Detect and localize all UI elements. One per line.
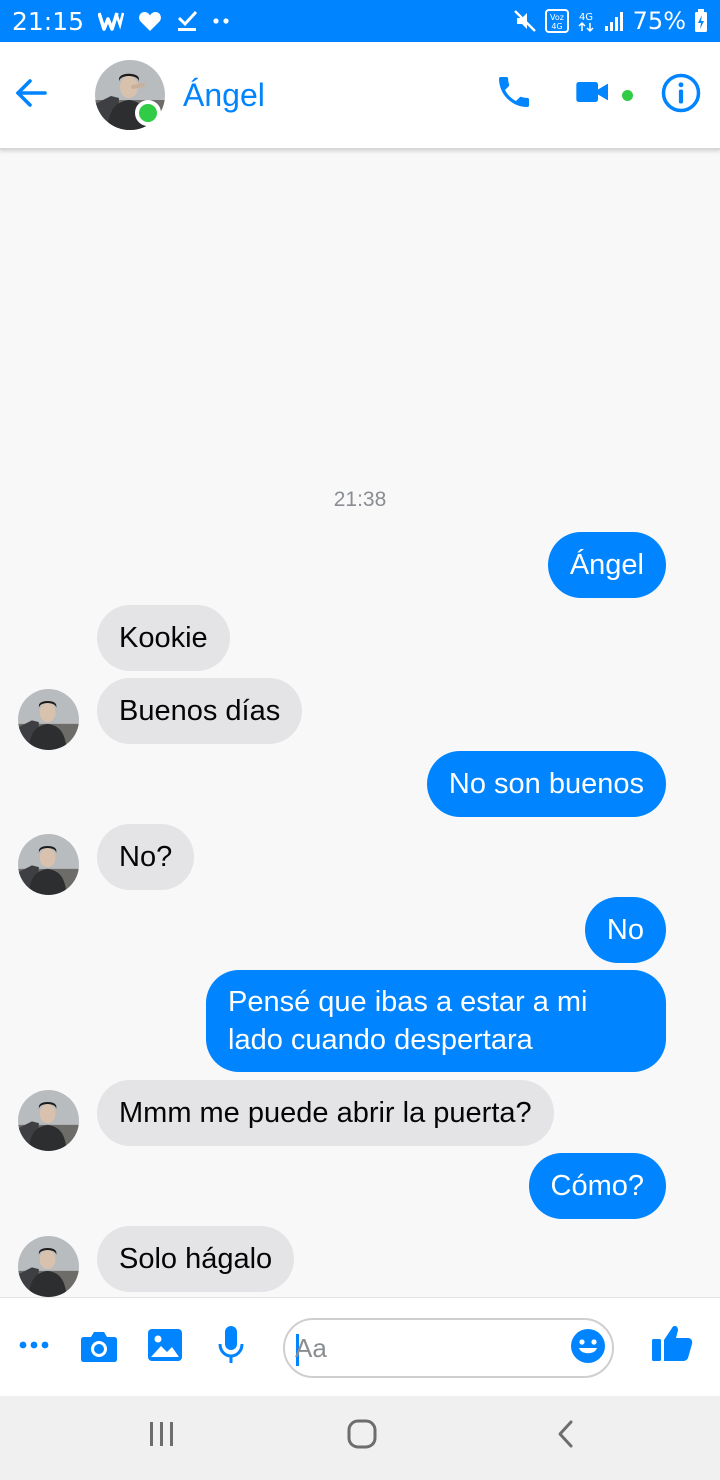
incoming-message-bubble[interactable]: Solo hágalo xyxy=(97,1226,295,1292)
battery-charging-icon xyxy=(694,9,708,33)
microphone-icon xyxy=(217,1325,245,1370)
signal-icon xyxy=(603,10,625,32)
contact-name[interactable]: Ángel xyxy=(183,77,265,114)
system-back-button[interactable] xyxy=(546,1416,586,1456)
svg-text:4G: 4G xyxy=(551,22,562,31)
info-icon xyxy=(660,72,702,119)
conversation-info-button[interactable] xyxy=(660,72,702,119)
back-button[interactable] xyxy=(10,74,52,116)
camera-button[interactable] xyxy=(78,1328,120,1368)
status-notification-icons xyxy=(98,9,230,33)
sender-avatar[interactable] xyxy=(18,1090,79,1151)
outgoing-message-bubble[interactable]: Pensé que ibas a estar a mi lado cuando … xyxy=(206,970,666,1072)
conversation-header: Ángel xyxy=(0,42,720,150)
incoming-message-bubble[interactable]: Buenos días xyxy=(97,678,303,744)
outgoing-message-bubble[interactable]: Cómo? xyxy=(528,1153,666,1219)
video-active-dot xyxy=(622,90,633,101)
recent-apps-button[interactable] xyxy=(142,1416,182,1456)
recent-apps-icon xyxy=(147,1420,177,1453)
online-status-indicator xyxy=(135,100,161,126)
sender-avatar[interactable] xyxy=(18,834,79,895)
voice-message-button[interactable] xyxy=(214,1325,248,1370)
more-actions-icon xyxy=(19,1337,49,1355)
incoming-message-bubble[interactable]: No? xyxy=(97,824,195,890)
gallery-icon xyxy=(147,1328,183,1367)
like-button[interactable] xyxy=(650,1323,694,1367)
network-4g-icon: 4G xyxy=(577,9,595,33)
more-dots-icon xyxy=(212,17,230,25)
svg-text:4G: 4G xyxy=(579,12,593,23)
home-icon xyxy=(346,1418,378,1455)
battery-percentage: 75% xyxy=(632,7,686,35)
status-bar: 21:15 Voz 4G 4G 75% xyxy=(0,0,720,42)
video-camera-icon xyxy=(573,72,613,117)
heart-icon xyxy=(138,10,162,32)
status-system-icons: Voz 4G 4G 75% xyxy=(513,7,708,35)
svg-text:Voz: Voz xyxy=(550,13,564,22)
emoji-button[interactable] xyxy=(570,1328,606,1369)
like-icon xyxy=(651,1323,693,1368)
more-actions-button[interactable] xyxy=(16,1328,52,1364)
check-download-icon xyxy=(176,9,198,33)
system-back-icon xyxy=(554,1419,578,1454)
system-navigation-bar xyxy=(0,1396,720,1480)
message-composer xyxy=(0,1297,720,1396)
sender-avatar[interactable] xyxy=(18,689,79,750)
emoji-icon xyxy=(570,1328,606,1369)
w-logo-icon xyxy=(98,11,125,31)
outgoing-message-bubble[interactable]: No xyxy=(584,897,666,963)
phone-icon xyxy=(494,72,534,117)
voice-call-button[interactable] xyxy=(494,72,534,117)
message-timestamp: 21:38 xyxy=(333,488,387,511)
message-input-field[interactable] xyxy=(283,1318,614,1378)
video-call-button[interactable] xyxy=(573,72,613,117)
message-input[interactable] xyxy=(295,1328,565,1368)
outgoing-message-bubble[interactable]: Ángel xyxy=(547,532,666,598)
incoming-message-bubble[interactable]: Kookie xyxy=(97,605,230,671)
mute-icon xyxy=(513,9,537,33)
outgoing-message-bubble[interactable]: No son buenos xyxy=(426,751,666,817)
incoming-message-bubble[interactable]: Mmm me puede abrir la puerta? xyxy=(97,1080,554,1146)
volte-icon: Voz 4G xyxy=(544,9,569,33)
back-arrow-icon xyxy=(14,78,48,113)
home-button[interactable] xyxy=(342,1416,382,1456)
sender-avatar[interactable] xyxy=(18,1236,79,1297)
gallery-button[interactable] xyxy=(146,1328,184,1366)
status-time: 21:15 xyxy=(12,6,85,36)
camera-icon xyxy=(80,1329,118,1368)
